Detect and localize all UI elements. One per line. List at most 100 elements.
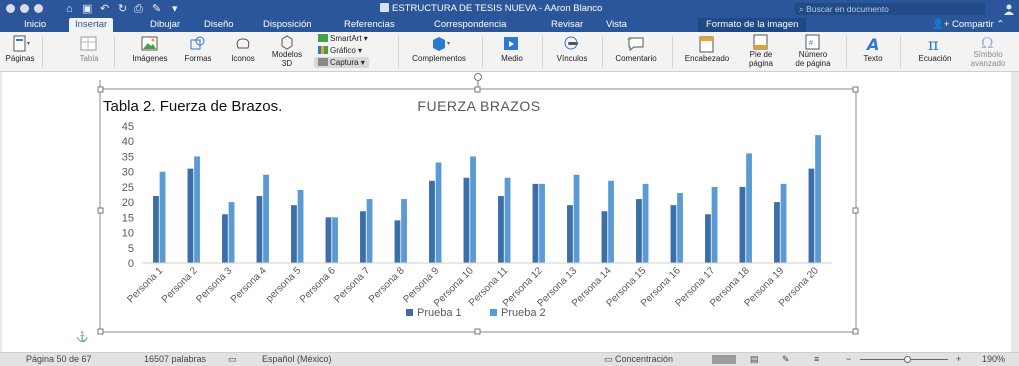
modelos-3d-button[interactable]: Modelos 3D — [266, 34, 308, 68]
tab-vista[interactable]: Vista — [606, 18, 627, 32]
tab-inicio[interactable]: Inicio — [24, 18, 46, 32]
collapse-ribbon-icon: ⌃ — [996, 19, 1005, 30]
share-button[interactable]: 👤+ Compartir ⌃ — [932, 18, 1004, 32]
shapes-icon — [190, 36, 205, 50]
y-tick-label: 25 — [122, 182, 134, 194]
addins-icon: ▾ — [433, 37, 450, 51]
x-axis: Persona 1Persona 2Persona 3Persona 4pers… — [125, 262, 832, 309]
bar-prueba-1 — [256, 196, 263, 263]
title-bar: ⌂ ▣ ↶ ↻ ⎙ ✎ ▾ ESTRUCTURA DE TESIS NUEVA … — [0, 0, 1019, 18]
bar-prueba-1 — [567, 205, 573, 263]
profile-icon[interactable] — [1003, 3, 1015, 15]
zoom-out-button[interactable]: − — [846, 353, 851, 366]
read-mode-icon[interactable]: ✎ — [782, 353, 790, 366]
smartart-button[interactable]: SmartArt ▾ — [318, 33, 368, 44]
resize-handle-bottom-right[interactable] — [852, 328, 859, 335]
tab-correspondencia[interactable]: Correspondencia — [434, 18, 506, 32]
ecuacion-button[interactable]: π Ecuación — [910, 34, 960, 63]
add-person-icon: 👤+ — [932, 19, 950, 30]
table-caption: Tabla 2. Fuerza de Brazos. — [103, 98, 282, 115]
print-layout-view-button[interactable] — [712, 355, 736, 364]
web-layout-icon[interactable]: ▤ — [750, 353, 759, 366]
zoom-slider-thumb[interactable] — [904, 356, 911, 363]
edit-icon[interactable]: ✎ — [152, 1, 161, 17]
chart-object[interactable]: ⚓ Tabla 2. Fuerza de Brazos. FUERZA BRAZ… — [2, 72, 1011, 352]
redo-icon[interactable]: ↻ — [118, 1, 127, 17]
formas-button[interactable]: Formas — [178, 34, 218, 63]
tab-disposicion[interactable]: Disposición — [263, 18, 312, 32]
language[interactable]: Español (México) — [262, 353, 332, 366]
save-icon[interactable]: ▣ — [82, 1, 92, 17]
outline-view-icon[interactable]: ≡ — [814, 353, 819, 366]
page-count[interactable]: Página 50 de 67 — [26, 353, 92, 366]
bar-prueba-1 — [601, 211, 608, 263]
resize-handle-bottom[interactable] — [474, 328, 481, 335]
chart-icon — [318, 46, 328, 54]
word-count[interactable]: 16507 palabras — [144, 353, 206, 366]
resize-handle-top-right[interactable] — [852, 86, 859, 93]
proofing-icon[interactable]: ▭ — [228, 353, 237, 366]
bar-prueba-1 — [153, 196, 159, 263]
search-input[interactable]: ⌕ Buscar en documento — [795, 3, 985, 15]
bar-prueba-1 — [222, 214, 228, 263]
close-window-button[interactable] — [6, 4, 15, 13]
tab-revisar[interactable]: Revisar — [551, 18, 583, 32]
tabla-button[interactable]: Tabla — [72, 34, 106, 63]
maximize-window-button[interactable] — [34, 4, 43, 13]
vinculos-button[interactable]: Vínculos — [550, 34, 594, 63]
ribbon-separator — [482, 36, 483, 68]
document-page[interactable]: ⚓ Tabla 2. Fuerza de Brazos. FUERZA BRAZ… — [2, 72, 1011, 352]
pie-pagina-button[interactable]: Pie de página — [742, 34, 780, 68]
document-title: ESTRUCTURA DE TESIS NUEVA - AAron Blanco — [380, 0, 602, 18]
tab-referencias[interactable]: Referencias — [344, 18, 395, 32]
focus-mode-button[interactable]: ▭ Concentración — [604, 353, 673, 366]
zoom-in-button[interactable]: + — [956, 353, 961, 366]
page-number-icon: # — [805, 34, 820, 50]
resize-handle-top[interactable] — [474, 86, 481, 93]
imagenes-button[interactable]: Imágenes — [128, 34, 172, 63]
svg-text:#: # — [809, 40, 813, 47]
tab-formato-imagen[interactable]: Formato de la imagen — [698, 18, 807, 32]
svg-text:Ω: Ω — [981, 34, 993, 50]
ribbon-separator — [398, 36, 399, 68]
captura-button[interactable]: Captura ▾ — [314, 57, 369, 68]
y-tick-label: 35 — [122, 151, 134, 163]
encabezado-button[interactable]: Encabezado — [678, 34, 736, 63]
bar-prueba-2 — [780, 183, 787, 263]
print-icon[interactable]: ⎙ — [134, 1, 143, 17]
numero-pagina-button[interactable]: # Número de página — [788, 34, 838, 68]
tab-insertar[interactable]: Insertar — [69, 18, 114, 32]
paginas-button[interactable]: ▾ Páginas — [4, 34, 36, 63]
minimize-window-button[interactable] — [20, 4, 29, 13]
bar-prueba-2 — [470, 156, 476, 263]
medio-button[interactable]: Medio — [496, 34, 528, 63]
bar-prueba-1 — [808, 168, 815, 263]
customize-quick-access-icon[interactable]: ▾ — [172, 1, 178, 17]
grafico-button[interactable]: Gráfico ▾ — [318, 45, 362, 56]
tab-diseno[interactable]: Diseño — [204, 18, 234, 32]
resize-handle-bottom-left[interactable] — [97, 328, 104, 335]
anchor-icon[interactable]: ⚓ — [76, 330, 88, 343]
y-axis: 0 5 10 15 20 25 30 35 40 45 — [122, 121, 134, 270]
legend-label: Prueba 1 — [417, 307, 462, 319]
y-tick-label: 45 — [122, 121, 134, 133]
bar-prueba-1 — [498, 196, 504, 263]
home-icon[interactable]: ⌂ — [66, 1, 73, 17]
icons-icon — [236, 38, 250, 49]
resize-handle-left[interactable] — [97, 207, 104, 214]
bar-prueba-1 — [670, 205, 677, 263]
chart-title: FUERZA BRAZOS — [417, 98, 540, 114]
link-icon — [564, 36, 578, 50]
zoom-level[interactable]: 190% — [982, 353, 1005, 366]
undo-icon[interactable]: ↶ — [100, 1, 109, 17]
texto-button[interactable]: A Texto — [856, 34, 890, 63]
bar-prueba-2 — [159, 171, 166, 263]
complementos-button[interactable]: ▾ Complementos — [404, 34, 474, 63]
bar-prueba-2 — [297, 189, 304, 263]
resize-handle-right[interactable] — [852, 207, 859, 214]
comentario-button[interactable]: + Comentario — [608, 34, 664, 63]
resize-handle-top-left[interactable] — [97, 86, 104, 93]
simbolo-avanzado-button[interactable]: Ω Símbolo avanzado — [966, 34, 1010, 68]
tab-dibujar[interactable]: Dibujar — [150, 18, 180, 32]
iconos-button[interactable]: Iconos — [224, 34, 262, 63]
